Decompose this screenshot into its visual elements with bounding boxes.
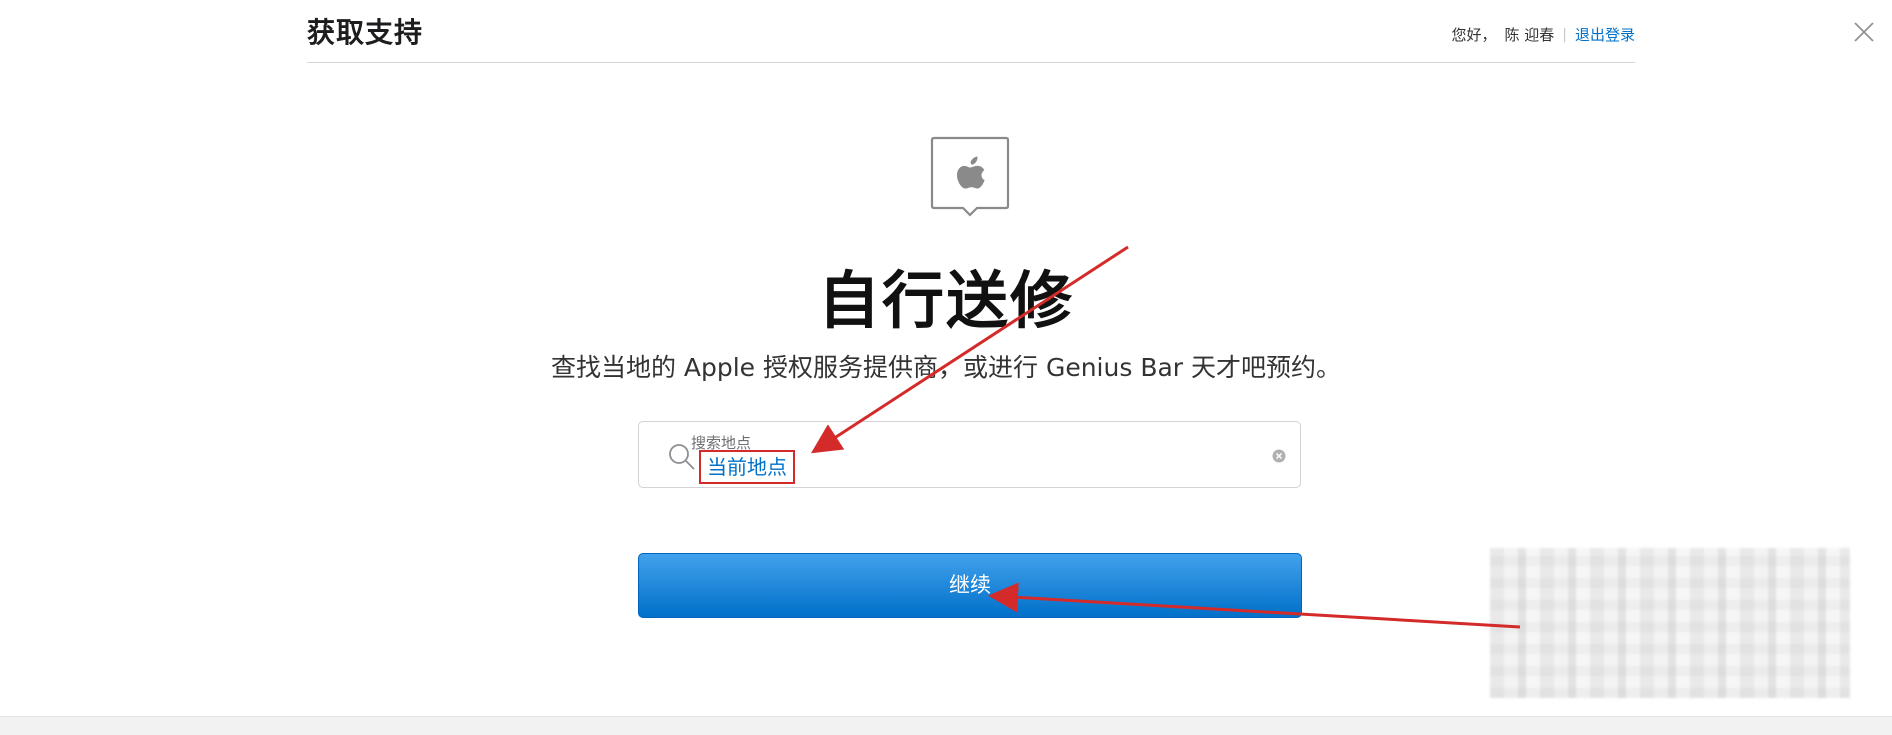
watermark-blur bbox=[1490, 548, 1850, 698]
hero-title: 自行送修 bbox=[817, 264, 1074, 337]
page-title: 获取支持 bbox=[307, 16, 424, 49]
location-search-field[interactable]: 搜索地点 当前地点 bbox=[638, 421, 1301, 488]
continue-button[interactable]: 继续 bbox=[638, 553, 1302, 618]
close-icon bbox=[1854, 22, 1874, 42]
user-info: 您好， 陈 迎春 | 退出登录 bbox=[1451, 24, 1635, 45]
header: 获取支持 您好， 陈 迎春 | 退出登录 bbox=[307, 0, 1635, 63]
greeting-text: 您好， bbox=[1451, 26, 1497, 44]
user-separator: | bbox=[1562, 26, 1567, 43]
user-name: 陈 迎春 bbox=[1504, 26, 1555, 44]
apple-logo-icon bbox=[930, 136, 1010, 217]
page: 获取支持 您好， 陈 迎春 | 退出登录 自行送修 查找当地的 Apple 授权… bbox=[0, 0, 1892, 735]
search-input[interactable]: 当前地点 bbox=[699, 450, 795, 484]
apple-logo-badge bbox=[930, 136, 1010, 218]
signout-link[interactable]: 退出登录 bbox=[1575, 24, 1635, 45]
hero-subtitle: 查找当地的 Apple 授权服务提供商，或进行 Genius Bar 天才吧预约… bbox=[550, 353, 1342, 382]
clear-icon[interactable] bbox=[1272, 449, 1286, 463]
close-button[interactable] bbox=[1852, 20, 1876, 44]
footer-bar bbox=[0, 716, 1892, 735]
